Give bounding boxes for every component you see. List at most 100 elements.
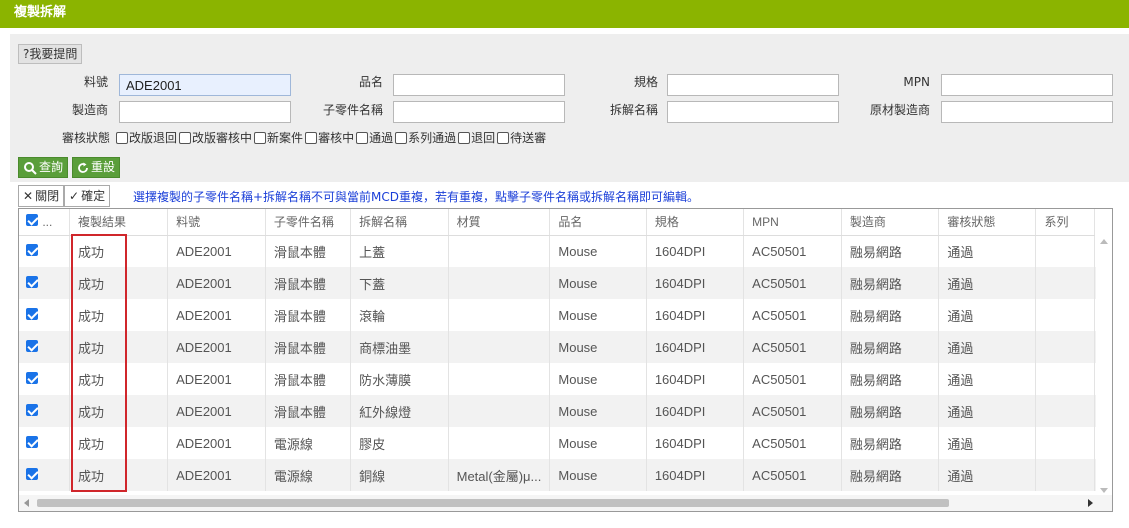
select-all-checkbox[interactable]	[26, 214, 38, 227]
cell-disassembly[interactable]: 防水薄膜	[350, 363, 449, 395]
query-button[interactable]: 查詢	[18, 157, 69, 178]
scroll-up-arrow-icon[interactable]	[1100, 239, 1108, 244]
col-spec[interactable]: 規格	[646, 209, 745, 236]
vertical-scrollbar[interactable]	[1096, 235, 1112, 497]
status-option-passed[interactable]: 通過	[356, 129, 393, 146]
row-checkbox[interactable]	[26, 371, 38, 384]
row-checkbox[interactable]	[26, 275, 38, 288]
cell-material: Metal(金屬)μ...	[448, 459, 551, 491]
col-name[interactable]: 品名	[549, 209, 647, 236]
checkbox[interactable]	[116, 131, 129, 144]
row-select-cell[interactable]	[19, 299, 71, 331]
raw-maker-input[interactable]	[941, 101, 1113, 123]
cell-disassembly[interactable]: 滾輪	[350, 299, 449, 331]
scroll-left-arrow-icon[interactable]	[24, 499, 29, 507]
cell-disassembly[interactable]: 膠皮	[350, 427, 449, 459]
cell-disassembly[interactable]: 上蓋	[350, 235, 449, 267]
col-material[interactable]: 材質	[448, 209, 551, 236]
status-option-new[interactable]: 新案件	[254, 129, 303, 146]
cell-name: Mouse	[549, 235, 647, 267]
maker-input[interactable]	[119, 101, 291, 123]
confirm-button[interactable]: ✓ 確定	[64, 185, 111, 207]
horizontal-scroll-thumb[interactable]	[37, 499, 949, 507]
row-select-cell[interactable]	[19, 331, 71, 363]
checkbox[interactable]	[254, 131, 267, 144]
horizontal-scrollbar[interactable]	[19, 495, 1112, 511]
spec-input[interactable]	[667, 74, 839, 96]
table-row[interactable]: 成功 ADE2001 電源線 銅線 Metal(金屬)μ... Mouse 1604DPI A…	[19, 459, 1112, 491]
row-checkbox[interactable]	[26, 307, 38, 320]
part-no-input[interactable]	[119, 74, 291, 96]
scroll-down-arrow-icon[interactable]	[1100, 488, 1108, 493]
table-row[interactable]: 成功 ADE2001 滑鼠本體 防水薄膜 Mouse 1604DPI AC50501 融易網路…	[19, 363, 1112, 395]
row-select-cell[interactable]	[19, 363, 71, 395]
col-disassembly[interactable]: 拆解名稱	[350, 209, 449, 236]
cell-subpart[interactable]: 滑鼠本體	[265, 331, 352, 363]
row-checkbox[interactable]	[26, 243, 38, 256]
col-result[interactable]: 複製結果	[69, 209, 169, 236]
row-checkbox[interactable]	[26, 403, 38, 416]
disassembly-input[interactable]	[667, 101, 839, 123]
status-option-series-passed[interactable]: 系列通過	[395, 129, 456, 146]
table-row[interactable]: 成功 ADE2001 電源線 膠皮 Mouse 1604DPI AC50501 融易網路 通過	[19, 427, 1112, 459]
checkbox[interactable]	[497, 131, 510, 144]
cell-subpart[interactable]: 滑鼠本體	[265, 235, 352, 267]
row-checkbox[interactable]	[26, 467, 38, 480]
checkbox[interactable]	[305, 131, 318, 144]
subpart-input[interactable]	[393, 101, 565, 123]
cell-material	[448, 363, 551, 395]
cell-subpart[interactable]: 電源線	[265, 459, 352, 491]
table-row[interactable]: 成功 ADE2001 滑鼠本體 商標油墨 Mouse 1604DPI AC50501 融易網路…	[19, 331, 1112, 363]
cell-subpart[interactable]: 滑鼠本體	[265, 363, 352, 395]
status-option-revision-reviewing[interactable]: 改版審核中	[179, 129, 252, 146]
checkbox[interactable]	[395, 131, 408, 144]
cell-subpart[interactable]: 滑鼠本體	[265, 267, 352, 299]
cell-status: 通過	[938, 427, 1037, 459]
cell-disassembly[interactable]: 紅外線燈	[350, 395, 449, 427]
row-select-cell[interactable]	[19, 235, 71, 267]
close-button[interactable]: ✕ 關閉	[18, 185, 65, 207]
cell-mpn: AC50501	[743, 459, 842, 491]
status-option-revision-rejected[interactable]: 改版退回	[116, 129, 177, 146]
row-checkbox[interactable]	[26, 339, 38, 352]
name-input[interactable]	[393, 74, 565, 96]
table-row[interactable]: 成功 ADE2001 滑鼠本體 紅外線燈 Mouse 1604DPI AC50501 融易網路…	[19, 395, 1112, 427]
row-select-cell[interactable]	[19, 427, 71, 459]
table-row[interactable]: 成功 ADE2001 滑鼠本體 滾輪 Mouse 1604DPI AC50501 融易網路 通過	[19, 299, 1112, 331]
cell-subpart[interactable]: 滑鼠本體	[265, 395, 352, 427]
table-row[interactable]: 成功 ADE2001 滑鼠本體 下蓋 Mouse 1604DPI AC50501 融易網路 通過	[19, 267, 1112, 299]
results-grid: ... 複製結果 料號 子零件名稱 拆解名稱 材質 品名 規格 MPN 製造商 …	[18, 208, 1113, 512]
col-series[interactable]: 系列	[1035, 209, 1095, 236]
mpn-input[interactable]	[941, 74, 1113, 96]
row-select-cell[interactable]	[19, 267, 71, 299]
status-option-rejected[interactable]: 退回	[458, 129, 495, 146]
col-subpart[interactable]: 子零件名稱	[265, 209, 352, 236]
row-checkbox[interactable]	[26, 435, 38, 448]
col-maker[interactable]: 製造商	[841, 209, 940, 236]
status-option-reviewing[interactable]: 審核中	[305, 129, 354, 146]
checkbox[interactable]	[179, 131, 192, 144]
col-part-no[interactable]: 料號	[167, 209, 266, 236]
help-button[interactable]: ?我要提問	[18, 44, 83, 64]
row-select-cell[interactable]	[19, 459, 71, 491]
cell-disassembly[interactable]: 銅線	[350, 459, 449, 491]
cell-part-no: ADE2001	[167, 331, 266, 363]
checkbox[interactable]	[356, 131, 369, 144]
table-row[interactable]: 成功 ADE2001 滑鼠本體 上蓋 Mouse 1604DPI AC50501 融易網路 通過	[19, 235, 1112, 267]
cell-disassembly[interactable]: 商標油墨	[350, 331, 449, 363]
cell-status: 通過	[938, 267, 1037, 299]
cell-disassembly[interactable]: 下蓋	[350, 267, 449, 299]
row-select-cell[interactable]	[19, 395, 71, 427]
cell-subpart[interactable]: 電源線	[265, 427, 352, 459]
select-all-header[interactable]: ...	[19, 209, 71, 236]
reset-button[interactable]: 重設	[72, 157, 121, 178]
status-option-pending[interactable]: 待送審	[497, 129, 546, 146]
col-mpn[interactable]: MPN	[743, 209, 842, 236]
col-status[interactable]: 審核狀態	[938, 209, 1037, 236]
cell-subpart[interactable]: 滑鼠本體	[265, 299, 352, 331]
scroll-right-arrow-icon[interactable]	[1088, 499, 1093, 507]
cell-series	[1035, 395, 1095, 427]
cell-name: Mouse	[549, 267, 647, 299]
checkbox[interactable]	[458, 131, 471, 144]
cell-part-no: ADE2001	[167, 427, 266, 459]
